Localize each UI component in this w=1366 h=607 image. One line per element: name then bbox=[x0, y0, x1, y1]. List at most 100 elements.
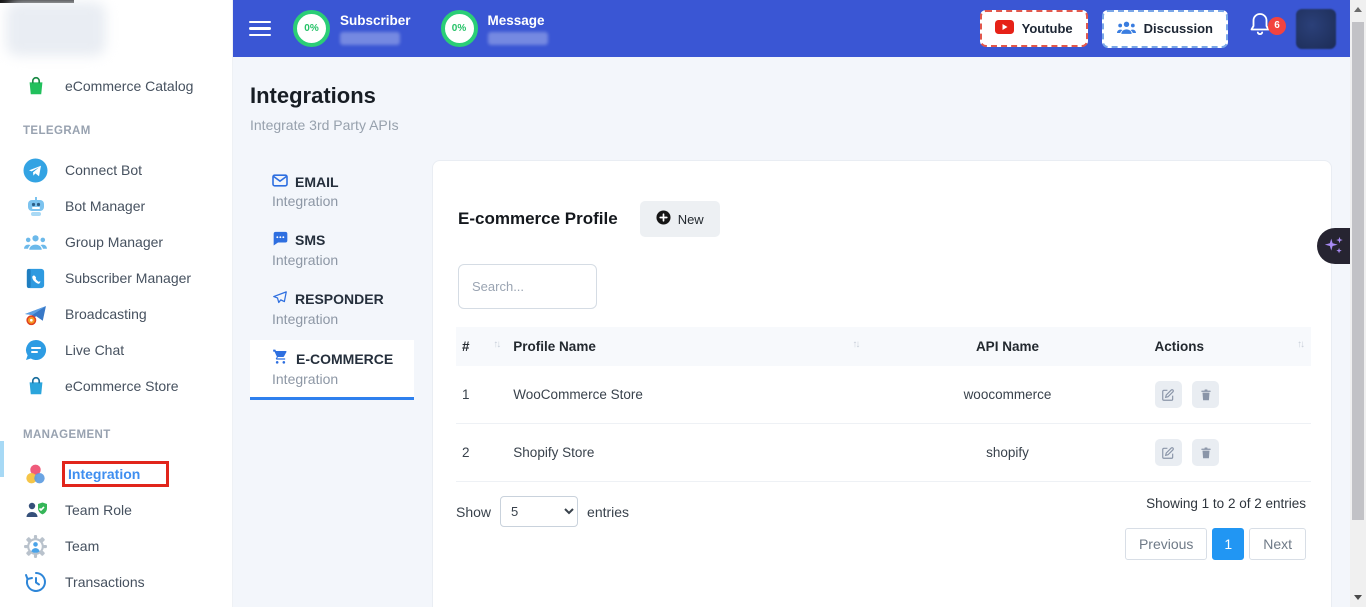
sidebar-section-telegram: TELEGRAM bbox=[0, 120, 232, 142]
delete-button[interactable] bbox=[1192, 381, 1219, 408]
discussion-people-icon bbox=[1117, 20, 1136, 38]
api-name-cell: woocommerce bbox=[866, 366, 1148, 424]
youtube-button[interactable]: Youtube bbox=[980, 10, 1088, 47]
robot-icon bbox=[23, 194, 48, 219]
column-header-profile-name[interactable]: Profile Name↑↓ bbox=[507, 327, 866, 366]
scrollbar-up-arrow[interactable] bbox=[1354, 7, 1362, 12]
entries-label: entries bbox=[587, 504, 629, 520]
vertical-scrollbar[interactable] bbox=[1350, 0, 1366, 607]
subnav-tab-ecommerce[interactable]: E-COMMERCE Integration bbox=[250, 340, 414, 400]
discussion-button-label: Discussion bbox=[1144, 21, 1213, 36]
column-header-num[interactable]: #↑↓ bbox=[456, 327, 507, 366]
integration-circles-icon bbox=[23, 462, 48, 487]
page-1-button[interactable]: 1 bbox=[1212, 528, 1244, 560]
youtube-icon bbox=[995, 20, 1014, 37]
edit-button[interactable] bbox=[1155, 381, 1182, 408]
active-item-indicator bbox=[0, 441, 4, 477]
sidebar-item-ecommerce-catalog[interactable]: eCommerce Catalog bbox=[0, 68, 232, 104]
subnav-tab-subtitle: Integration bbox=[272, 371, 414, 387]
sidebar-item-live-chat[interactable]: Live Chat bbox=[0, 332, 232, 368]
sidebar-item-integration[interactable]: Integration bbox=[0, 456, 232, 492]
sidebar-item-transactions[interactable]: Transactions bbox=[0, 564, 232, 600]
ai-assistant-fab[interactable] bbox=[1317, 228, 1350, 264]
message-percent: 0% bbox=[452, 23, 466, 34]
actions-cell bbox=[1149, 424, 1311, 482]
sidebar-item-broadcasting[interactable]: Broadcasting bbox=[0, 296, 232, 332]
subnav-tab-title: SMS bbox=[295, 232, 325, 248]
sidebar-item-label: eCommerce Catalog bbox=[65, 78, 193, 94]
notifications-bell[interactable]: 6 bbox=[1248, 11, 1282, 47]
new-profile-button[interactable]: New bbox=[640, 201, 720, 237]
subnav-tab-subtitle: Integration bbox=[272, 193, 414, 209]
sort-icon[interactable]: ↑↓ bbox=[852, 339, 858, 350]
subnav-tab-responder[interactable]: RESPONDER Integration bbox=[250, 281, 414, 337]
sidebar-item-subscriber-manager[interactable]: Subscriber Manager bbox=[0, 260, 232, 296]
profiles-table: #↑↓ Profile Name↑↓ API Name Actions↑↓ 1 … bbox=[456, 327, 1311, 482]
delete-button[interactable] bbox=[1192, 439, 1219, 466]
sparkles-icon bbox=[1323, 234, 1345, 258]
next-page-button[interactable]: Next bbox=[1249, 528, 1306, 560]
person-shield-icon bbox=[23, 498, 48, 523]
actions-cell bbox=[1149, 366, 1311, 424]
profile-name-cell: Shopify Store bbox=[507, 424, 866, 482]
hamburger-menu-icon[interactable] bbox=[249, 21, 271, 37]
top-bar: 0% Subscriber 0% Message Youtube bbox=[233, 0, 1350, 57]
youtube-button-label: Youtube bbox=[1022, 21, 1073, 36]
ecommerce-profile-card: E-commerce Profile New #↑↓ Profile Name↑… bbox=[432, 160, 1332, 607]
subnav-tab-title: EMAIL bbox=[295, 174, 339, 190]
message-stat-label: Message bbox=[488, 13, 548, 28]
app-window: eCommerce Catalog TELEGRAM Connect Bot B… bbox=[0, 0, 1366, 607]
chat-bubble-icon bbox=[23, 338, 48, 363]
main-content: Integrations Integrate 3rd Party APIs EM… bbox=[233, 57, 1350, 607]
discussion-button[interactable]: Discussion bbox=[1102, 10, 1228, 48]
panel-title: E-commerce Profile bbox=[458, 209, 618, 229]
scrollbar-thumb[interactable] bbox=[1352, 22, 1364, 520]
sidebar-item-ecommerce-store[interactable]: eCommerce Store bbox=[0, 368, 232, 404]
user-avatar[interactable] bbox=[1296, 9, 1336, 49]
search-input[interactable] bbox=[458, 264, 597, 309]
row-number: 1 bbox=[456, 366, 507, 424]
column-header-actions[interactable]: Actions↑↓ bbox=[1149, 327, 1311, 366]
subscriber-progress-ring: 0% bbox=[293, 10, 330, 47]
sidebar-item-connect-bot[interactable]: Connect Bot bbox=[0, 152, 232, 188]
sort-icon[interactable]: ↑↓ bbox=[493, 339, 499, 350]
contact-book-icon bbox=[23, 266, 48, 291]
plus-circle-icon bbox=[656, 210, 671, 228]
profile-name-cell: WooCommerce Store bbox=[507, 366, 866, 424]
subscriber-stat: 0% Subscriber bbox=[293, 10, 411, 47]
sidebar: eCommerce Catalog TELEGRAM Connect Bot B… bbox=[0, 0, 233, 607]
sidebar-item-group-manager[interactable]: Group Manager bbox=[0, 224, 232, 260]
message-stat-value-redacted bbox=[488, 32, 548, 45]
table-row: 2 Shopify Store shopify bbox=[456, 424, 1311, 482]
notification-count-badge: 6 bbox=[1268, 17, 1286, 35]
subnav-tab-title: E-COMMERCE bbox=[296, 351, 393, 367]
blue-shopping-bag-icon bbox=[23, 374, 48, 399]
entries-info: Showing 1 to 2 of 2 entries bbox=[1125, 496, 1306, 511]
subnav-tab-sms[interactable]: SMS Integration bbox=[250, 222, 414, 278]
sidebar-item-bot-manager[interactable]: Bot Manager bbox=[0, 188, 232, 224]
sidebar-item-label: Transactions bbox=[65, 574, 145, 590]
subnav-tab-email[interactable]: EMAIL Integration bbox=[250, 165, 414, 219]
previous-page-button[interactable]: Previous bbox=[1125, 528, 1207, 560]
integration-subnav: EMAIL Integration SMS Integration RESPON… bbox=[250, 165, 414, 403]
subnav-tab-subtitle: Integration bbox=[272, 311, 414, 327]
sidebar-item-label: Subscriber Manager bbox=[65, 270, 191, 286]
clock-history-icon bbox=[23, 570, 48, 595]
telegram-plane-icon bbox=[23, 158, 48, 183]
column-header-api-name[interactable]: API Name bbox=[866, 327, 1148, 366]
sort-icon[interactable]: ↑↓ bbox=[1297, 339, 1303, 350]
sidebar-section-management: MANAGEMENT bbox=[0, 424, 232, 446]
pagination: Previous 1 Next bbox=[1125, 528, 1306, 560]
sidebar-item-team[interactable]: Team bbox=[0, 528, 232, 564]
sidebar-item-label: Team bbox=[65, 538, 99, 554]
page-size-select[interactable]: 5 bbox=[500, 496, 578, 527]
sidebar-item-team-role[interactable]: Team Role bbox=[0, 492, 232, 528]
sms-bubble-icon bbox=[272, 231, 288, 249]
edit-button[interactable] bbox=[1155, 439, 1182, 466]
sidebar-item-label: Team Role bbox=[65, 502, 132, 518]
scrollbar-down-arrow[interactable] bbox=[1354, 595, 1362, 600]
sidebar-item-label: Group Manager bbox=[65, 234, 163, 250]
green-shopping-bag-icon bbox=[23, 74, 48, 99]
sidebar-item-label: Broadcasting bbox=[65, 306, 147, 322]
api-name-cell: shopify bbox=[866, 424, 1148, 482]
